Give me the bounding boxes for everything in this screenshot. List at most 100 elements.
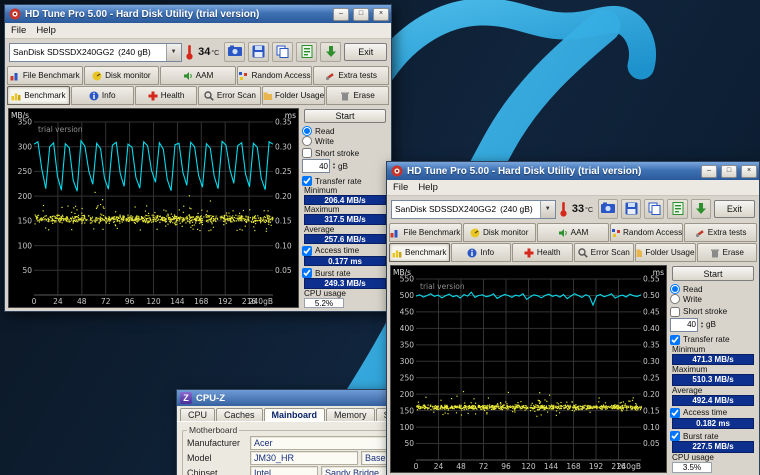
- short-stroke-checkbox[interactable]: Short stroke: [302, 148, 388, 158]
- hdtune-app-icon: [9, 8, 21, 20]
- tab-benchmark[interactable]: Benchmark: [7, 86, 70, 105]
- tab-file-benchmark[interactable]: File Benchmark: [389, 223, 462, 242]
- export-button[interactable]: [691, 199, 711, 219]
- spinner-arrows[interactable]: ▲▼: [332, 162, 336, 170]
- menu-help[interactable]: Help: [418, 182, 438, 193]
- menu-file[interactable]: File: [11, 25, 26, 36]
- tab-aam[interactable]: AAM: [160, 66, 236, 85]
- window-titlebar[interactable]: HD Tune Pro 5.00 - Hard Disk Utility (tr…: [5, 5, 391, 23]
- thermometer-icon: [185, 44, 194, 60]
- svg-text:72: 72: [479, 462, 489, 471]
- minimum-label: Minimum: [670, 346, 756, 354]
- tab-file-benchmark[interactable]: File Benchmark: [7, 66, 83, 85]
- menu-help[interactable]: Help: [36, 25, 56, 36]
- cpuz-tab-memory[interactable]: Memory: [326, 408, 375, 421]
- manufacturer-value: Acer: [250, 436, 408, 450]
- read-radio[interactable]: Read: [302, 126, 388, 136]
- drive-select[interactable]: SanDisk SDSSDX240GG2 (240 gB) ▼: [9, 43, 182, 62]
- tab-random-access[interactable]: Random Access: [237, 66, 313, 85]
- svg-text:240gB: 240gB: [249, 297, 273, 306]
- tab-folder-usage[interactable]: Folder Usage: [635, 243, 696, 262]
- save-screenshot-button[interactable]: [621, 199, 641, 219]
- temperature-unit: °C: [585, 207, 593, 214]
- download-arrow-icon: [325, 45, 337, 58]
- tab-folder-usage[interactable]: Folder Usage: [262, 86, 325, 105]
- save-report-button[interactable]: [667, 199, 687, 219]
- chevron-down-icon[interactable]: ▼: [166, 44, 181, 61]
- burst-rate-checkbox[interactable]: Burst rate: [302, 268, 388, 278]
- svg-text:48: 48: [456, 462, 466, 471]
- tab-health[interactable]: Health: [135, 86, 198, 105]
- tab-extra-tests[interactable]: Extra tests: [684, 223, 757, 242]
- chevron-down-icon[interactable]: ▼: [540, 201, 555, 218]
- tab-disk-monitor[interactable]: Disk monitor: [84, 66, 160, 85]
- temperature-value: 33: [572, 203, 584, 215]
- window-titlebar[interactable]: HD Tune Pro 5.00 - Hard Disk Utility (tr…: [387, 162, 759, 180]
- capacity-input[interactable]: [670, 318, 698, 332]
- spinner-arrows[interactable]: ▲▼: [700, 321, 704, 329]
- temperature-readout: 34 °C: [198, 46, 219, 58]
- tab-extra-tests[interactable]: Extra tests: [313, 66, 389, 85]
- exit-button[interactable]: Exit: [344, 43, 387, 61]
- maximize-button[interactable]: □: [721, 165, 737, 178]
- maximize-button[interactable]: □: [353, 8, 369, 21]
- copy-text-button[interactable]: [644, 199, 664, 219]
- copy-icon: [276, 45, 289, 58]
- menu-file[interactable]: File: [393, 182, 408, 193]
- svg-text:24: 24: [53, 297, 63, 306]
- drive-select[interactable]: SanDisk SDSSDX240GG2 (240 gB) ▼: [391, 200, 556, 219]
- short-stroke-size: ▲▼ gB: [670, 318, 756, 332]
- access-time-checkbox[interactable]: Access time: [670, 408, 756, 418]
- read-radio[interactable]: Read: [670, 284, 756, 294]
- desktop: HD Tune Pro 5.00 - Hard Disk Utility (tr…: [0, 0, 760, 475]
- transfer-rate-checkbox[interactable]: Transfer rate: [302, 176, 388, 186]
- short-stroke-checkbox[interactable]: Short stroke: [670, 307, 756, 317]
- tab-erase[interactable]: Erase: [697, 243, 758, 262]
- magnifier-icon: [578, 248, 588, 258]
- copy-screenshot-button[interactable]: [224, 42, 245, 62]
- save-icon: [252, 45, 265, 58]
- close-button[interactable]: ×: [741, 165, 757, 178]
- tab-info[interactable]: Info: [71, 86, 134, 105]
- hdtune-app-icon: [391, 165, 403, 177]
- svg-text:168: 168: [566, 462, 581, 471]
- svg-text:200: 200: [400, 390, 415, 399]
- svg-text:0.10: 0.10: [643, 423, 660, 432]
- cpuz-tab-mainboard[interactable]: Mainboard: [264, 408, 326, 421]
- write-radio[interactable]: Write: [302, 136, 388, 146]
- svg-text:MB/s: MB/s: [11, 111, 29, 120]
- temperature-value: 34: [198, 46, 210, 58]
- tab-random-access[interactable]: Random Access: [610, 223, 683, 242]
- minimum-label: Minimum: [302, 187, 388, 195]
- access-time-checkbox[interactable]: Access time: [302, 246, 388, 256]
- svg-text:96: 96: [501, 462, 511, 471]
- export-button[interactable]: [320, 42, 341, 62]
- start-button[interactable]: Start: [672, 266, 754, 281]
- minimize-button[interactable]: –: [701, 165, 717, 178]
- menubar: File Help: [387, 180, 759, 196]
- svg-text:MB/s: MB/s: [393, 268, 411, 277]
- exit-button[interactable]: Exit: [714, 200, 755, 218]
- tab-error-scan[interactable]: Error Scan: [574, 243, 635, 262]
- close-button[interactable]: ×: [373, 8, 389, 21]
- tab-error-scan[interactable]: Error Scan: [198, 86, 261, 105]
- write-radio[interactable]: Write: [670, 294, 756, 304]
- tab-aam[interactable]: AAM: [537, 223, 610, 242]
- tab-disk-monitor[interactable]: Disk monitor: [463, 223, 536, 242]
- tab-benchmark[interactable]: Benchmark: [389, 243, 450, 262]
- transfer-rate-checkbox[interactable]: Transfer rate: [670, 335, 756, 345]
- save-screenshot-button[interactable]: [248, 42, 269, 62]
- copy-screenshot-button[interactable]: [598, 199, 618, 219]
- tab-info[interactable]: Info: [451, 243, 512, 262]
- save-report-button[interactable]: [296, 42, 317, 62]
- svg-text:72: 72: [101, 297, 111, 306]
- tab-erase[interactable]: Erase: [326, 86, 389, 105]
- cpuz-tab-cpu[interactable]: CPU: [180, 408, 215, 421]
- minimize-button[interactable]: –: [333, 8, 349, 21]
- burst-rate-checkbox[interactable]: Burst rate: [670, 431, 756, 441]
- tab-health[interactable]: Health: [512, 243, 573, 262]
- start-button[interactable]: Start: [304, 109, 386, 123]
- copy-text-button[interactable]: [272, 42, 293, 62]
- capacity-input[interactable]: [302, 159, 330, 173]
- cpuz-tab-caches[interactable]: Caches: [216, 408, 263, 421]
